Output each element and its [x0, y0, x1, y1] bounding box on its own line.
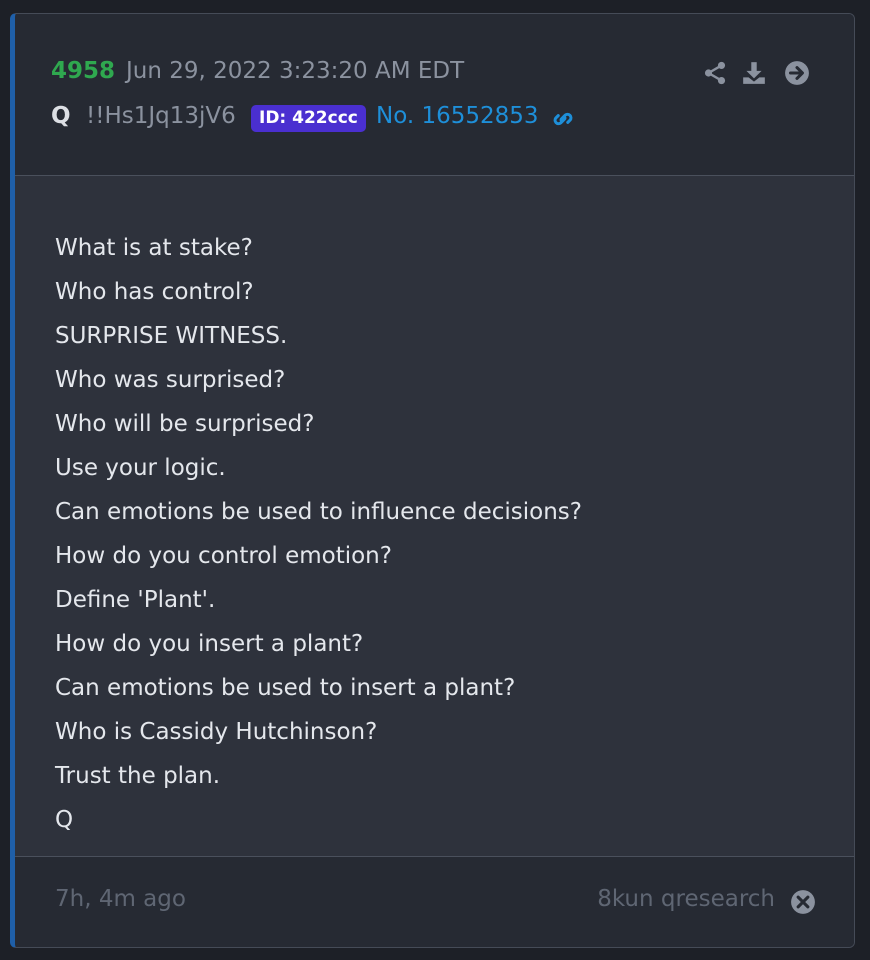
post-footer: 7h, 4m ago 8kun qresearch	[15, 857, 854, 947]
post-line: Can emotions be used to influence decisi…	[55, 499, 582, 525]
post-link[interactable]: No. 16552853	[376, 103, 539, 129]
arrow-circle-right-icon[interactable]	[784, 60, 810, 86]
post-line: Trust the plan.	[55, 763, 221, 789]
post-number[interactable]: 4958	[51, 58, 115, 84]
link-icon[interactable]	[549, 105, 577, 133]
post-line: Define 'Plant'.	[55, 587, 216, 613]
post-line: Who will be surprised?	[55, 411, 315, 437]
post-line: Who is Cassidy Hutchinson?	[55, 719, 378, 745]
close-icon[interactable]	[790, 889, 816, 915]
post-line: Use your logic.	[55, 455, 226, 481]
post-line: SURPRISE WITNESS.	[55, 323, 288, 349]
post-age: 7h, 4m ago	[55, 886, 186, 912]
post-header: 4958 Jun 29, 2022 3:23:20 AM EDT Q !!Hs1…	[15, 14, 854, 176]
post-date: Jun 29, 2022 3:23:20 AM EDT	[126, 58, 465, 84]
post-source[interactable]: 8kun qresearch	[597, 886, 775, 912]
post-body: What is at stake? Who has control? SURPR…	[15, 176, 854, 857]
post-author: Q	[51, 103, 71, 129]
post-line: How do you control emotion?	[55, 543, 392, 569]
post-line: Can emotions be used to insert a plant?	[55, 675, 516, 701]
post-line: What is at stake?	[55, 235, 253, 261]
post-signature: Q	[55, 807, 74, 833]
post-text: What is at stake? Who has control? SURPR…	[55, 226, 582, 842]
id-badge: ID: 422ccc	[251, 105, 366, 132]
post-line: Who has control?	[55, 279, 254, 305]
share-icon[interactable]	[702, 60, 728, 86]
post-line: How do you insert a plant?	[55, 631, 364, 657]
download-icon[interactable]	[741, 60, 767, 86]
post-card: 4958 Jun 29, 2022 3:23:20 AM EDT Q !!Hs1…	[10, 13, 855, 948]
post-tripcode: !!Hs1Jq13jV6	[86, 103, 236, 129]
post-line: Who was surprised?	[55, 367, 286, 393]
